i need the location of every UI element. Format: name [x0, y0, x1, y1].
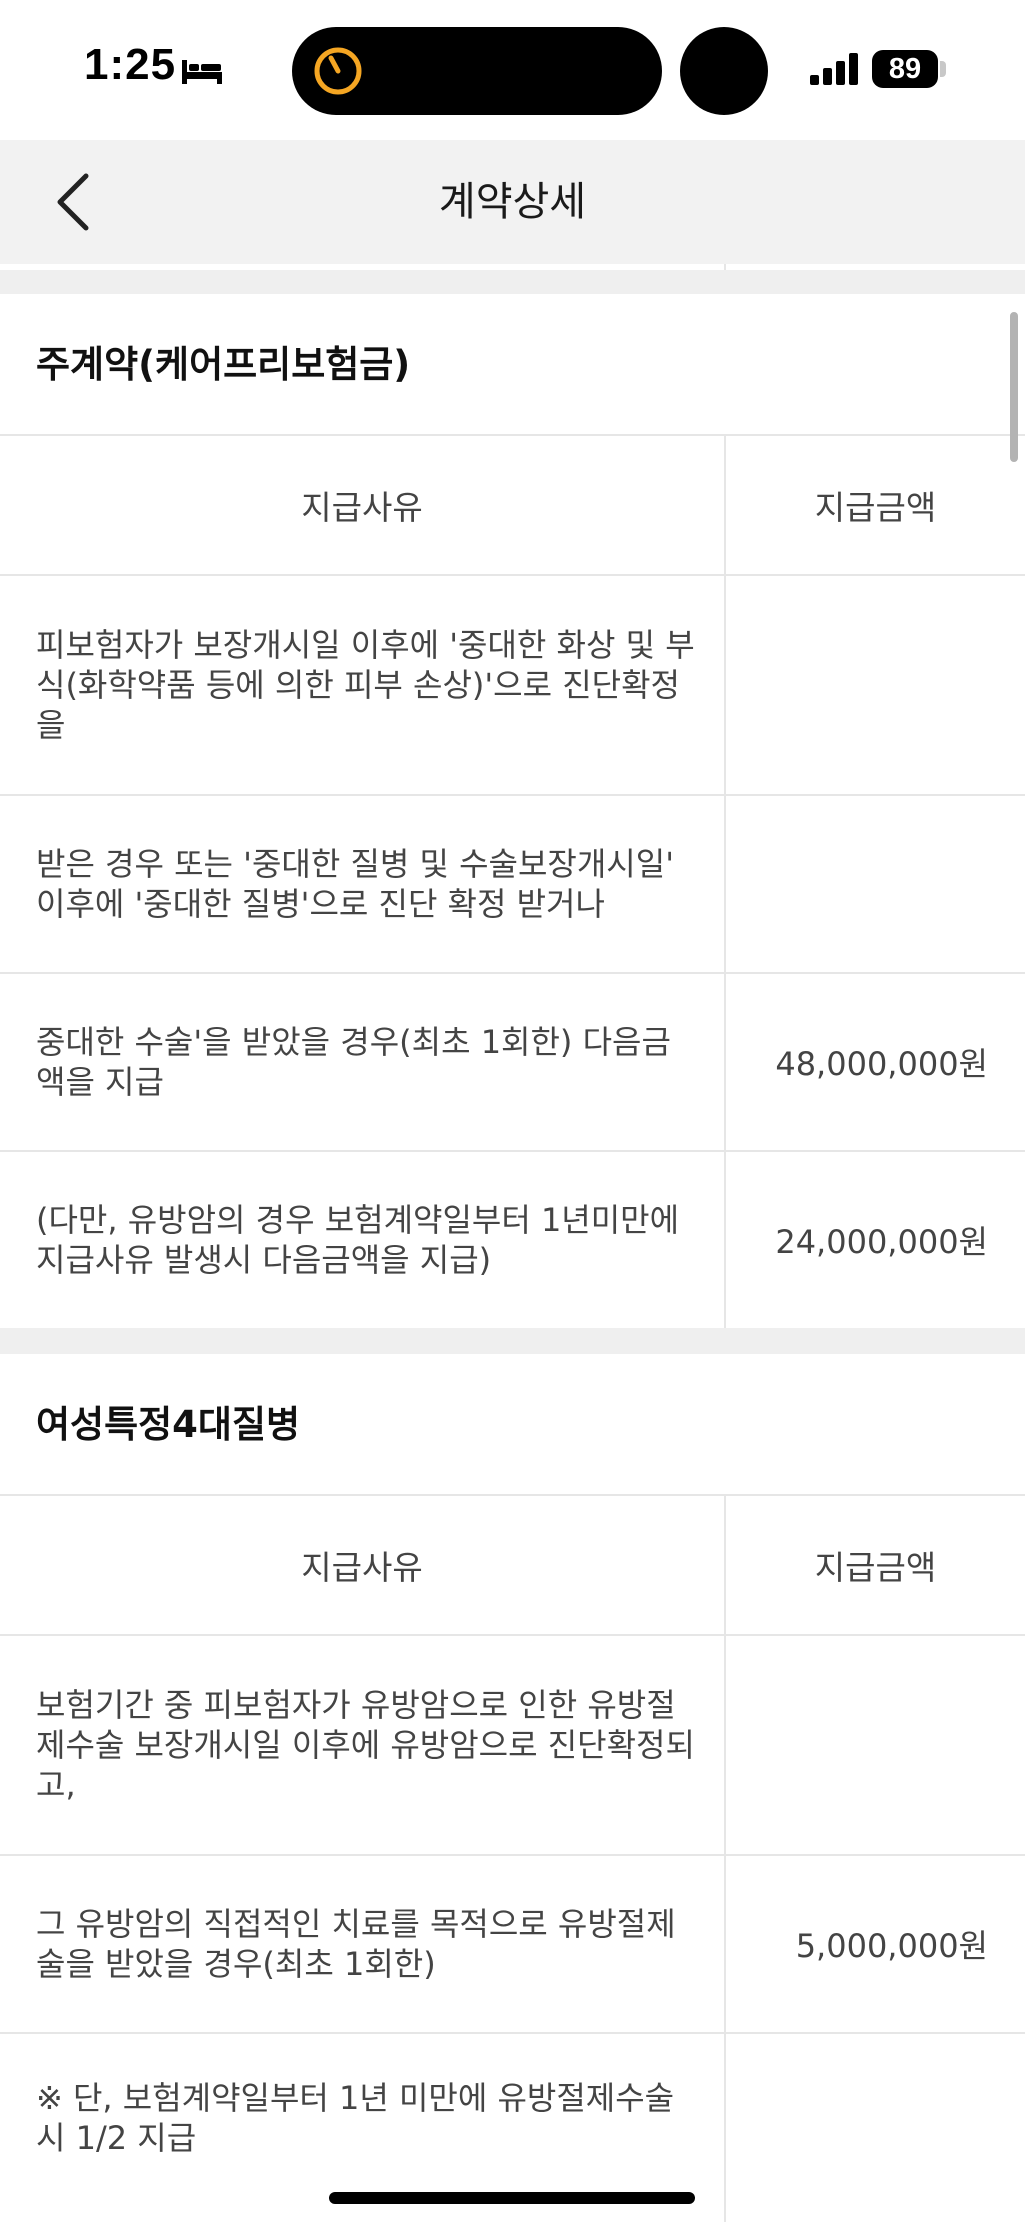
table-row: 피보험자가 보장개시일 이후에 '중대한 화상 및 부식(화학약품 등에 의한 … — [0, 574, 1025, 794]
table-row: (다만, 유방암의 경우 보험계약일부터 1년미만에 지급사유 발생시 다음금액… — [0, 1150, 1025, 1328]
table-row: 보험기간 중 피보험자가 유방암으로 인한 유방절제수술 보장개시일 이후에 유… — [0, 1634, 1025, 1854]
column-divider — [724, 1496, 726, 1634]
page-header: 계약상세 — [0, 140, 1025, 264]
table-row: 받은 경우 또는 '중대한 질병 및 수술보장개시일' 이후에 '중대한 질병'… — [0, 794, 1025, 972]
scrollbar[interactable] — [1010, 312, 1018, 462]
timer-icon — [314, 47, 362, 95]
reason-cell: 피보험자가 보장개시일 이후에 '중대한 화상 및 부식(화학약품 등에 의한 … — [36, 626, 695, 744]
battery-icon: 89 — [872, 50, 938, 88]
status-bar: 1:25 89 — [0, 0, 1025, 140]
column-divider — [724, 436, 726, 574]
back-button[interactable] — [40, 170, 110, 234]
status-time: 1:25 — [84, 40, 177, 89]
column-header-amount: 지급금액 — [814, 1548, 937, 1587]
section-title: 주계약(케어프리보험금) — [36, 343, 411, 386]
reason-cell: 받은 경우 또는 '중대한 질병 및 수술보장개시일' 이후에 '중대한 질병'… — [36, 845, 674, 923]
table-header-row: 지급사유 지급금액 — [0, 434, 1025, 574]
table-row: 그 유방암의 직접적인 치료를 목적으로 유방절제술을 받았을 경우(최초 1회… — [0, 1854, 1025, 2032]
reason-cell: 그 유방암의 직접적인 치료를 목적으로 유방절제술을 받았을 경우(최초 1회… — [36, 1905, 676, 1983]
signal-icon — [810, 53, 858, 85]
amount-cell — [726, 1636, 988, 1854]
amount-cell: 24,000,000원 — [775, 1223, 988, 1261]
table-header-row: 지급사유 지급금액 — [0, 1494, 1025, 1634]
section-gap — [0, 270, 1025, 294]
amount-cell: 5,000,000원 — [795, 1927, 988, 1965]
amount-cell — [726, 2034, 988, 2222]
section-gap — [0, 1328, 1025, 1354]
reason-cell: (다만, 유방암의 경우 보험계약일부터 1년미만에 지급사유 발생시 다음금액… — [36, 1201, 680, 1279]
page-title: 계약상세 — [438, 179, 587, 225]
amount-cell: 48,000,000원 — [775, 1045, 988, 1083]
battery-tip — [940, 61, 946, 77]
column-header-reason: 지급사유 — [301, 488, 423, 527]
chevron-left-icon — [57, 173, 89, 231]
amount-cell — [726, 576, 988, 794]
section-title: 여성특정4대질병 — [36, 1403, 301, 1446]
home-indicator[interactable] — [329, 2192, 695, 2204]
dynamic-island — [292, 27, 662, 115]
reason-cell: 보험기간 중 피보험자가 유방암으로 인한 유방절제수술 보장개시일 이후에 유… — [36, 1686, 695, 1804]
bed-icon — [182, 60, 222, 84]
camera-icon — [680, 27, 768, 115]
column-header-amount: 지급금액 — [814, 488, 937, 527]
reason-cell: 중대한 수술'을 받았을 경우(최초 1회한) 다음금액을 지급 — [36, 1023, 671, 1101]
amount-cell — [726, 796, 988, 972]
table-row: 중대한 수술'을 받았을 경우(최초 1회한) 다음금액을 지급 48,000,… — [0, 972, 1025, 1150]
column-header-reason: 지급사유 — [301, 1548, 423, 1587]
